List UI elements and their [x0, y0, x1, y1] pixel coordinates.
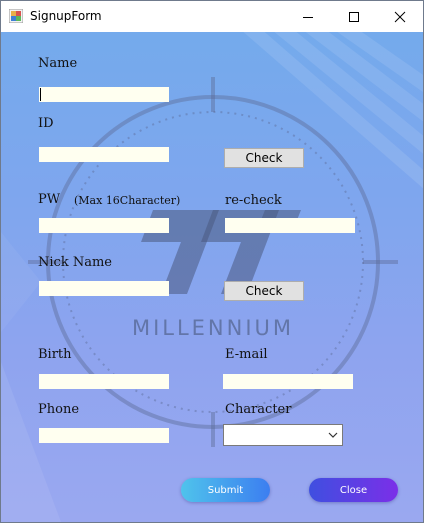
birth-input[interactable] [39, 374, 169, 389]
nickname-label: Nick Name [38, 255, 112, 270]
maximize-button[interactable] [331, 1, 377, 32]
pw-label: PW [38, 192, 61, 207]
character-select[interactable] [223, 424, 343, 446]
window-title: SignupForm [30, 9, 102, 23]
signup-window: SignupForm MILLENNIUM Name ID Check PW (… [0, 0, 424, 523]
nickname-check-button[interactable]: Check [224, 281, 304, 301]
pw-hint: (Max 16Character) [74, 194, 181, 207]
close-window-button[interactable] [377, 1, 423, 32]
recheck-input[interactable] [225, 218, 355, 233]
minimize-icon [303, 16, 313, 18]
close-icon [394, 11, 406, 22]
title-bar[interactable]: SignupForm [1, 1, 423, 32]
app-icon [9, 9, 23, 23]
phone-label: Phone [38, 402, 80, 417]
maximize-icon [349, 11, 359, 22]
minimize-button[interactable] [285, 1, 331, 32]
name-label: Name [38, 56, 78, 71]
logo-wordmark: MILLENNIUM [132, 316, 294, 340]
id-label: ID [38, 116, 54, 131]
logo-text: MILLENNIUM [132, 316, 294, 340]
name-input[interactable] [39, 87, 169, 102]
email-input[interactable] [223, 374, 353, 389]
character-label: Character [225, 402, 292, 417]
close-button[interactable]: Close [309, 478, 398, 502]
email-label: E-mail [225, 347, 268, 362]
pw-input[interactable] [39, 218, 169, 233]
id-check-button[interactable]: Check [224, 148, 304, 168]
nickname-input[interactable] [39, 281, 169, 296]
birth-label: Birth [38, 347, 72, 362]
phone-input[interactable] [39, 428, 169, 443]
chevron-down-icon [328, 432, 338, 438]
id-input[interactable] [39, 147, 169, 162]
form-client-area: MILLENNIUM Name ID Check PW (Max 16Chara… [1, 32, 423, 522]
recheck-label: re-check [225, 193, 282, 208]
text-caret [40, 88, 41, 101]
submit-button[interactable]: Submit [181, 478, 270, 502]
